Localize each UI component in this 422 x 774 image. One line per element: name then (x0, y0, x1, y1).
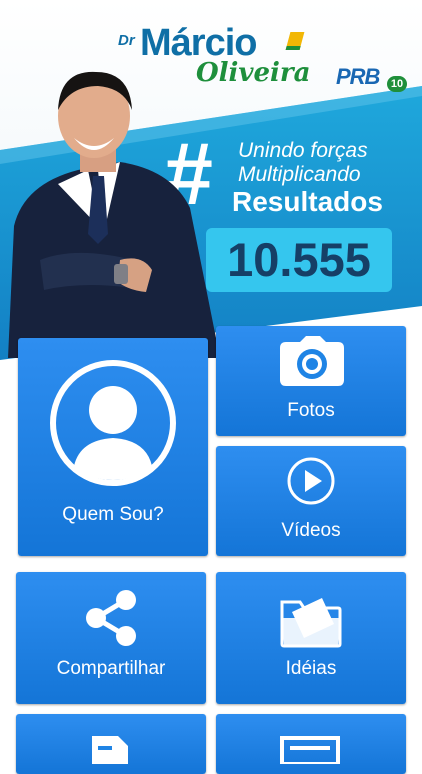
slogan-line-1: Unindo forças (238, 139, 368, 162)
videos-label: Vídeos (281, 520, 341, 541)
about-tile[interactable]: Quem Sou? (18, 338, 208, 556)
slogan-line-2: Multiplicando (238, 163, 361, 186)
candidate-photo (8, 71, 220, 358)
party-name: PRB (336, 64, 380, 89)
news-tile[interactable] (16, 714, 206, 774)
party-number-badge: 10 (387, 76, 407, 92)
brand-prefix: Dr (118, 32, 135, 49)
press-tile[interactable] (216, 714, 406, 774)
folder-icon (280, 598, 342, 648)
candidate-number: 10.555 (227, 233, 371, 286)
play-icon (287, 457, 335, 505)
videos-tile[interactable]: Vídeos (216, 446, 406, 556)
share-icon (86, 590, 136, 646)
share-label: Compartilhar (56, 658, 166, 679)
ideas-tile[interactable]: Idéias (216, 572, 406, 704)
photos-label: Fotos (287, 400, 335, 421)
ideas-label: Idéias (285, 658, 337, 679)
camera-icon (280, 336, 344, 386)
hero-banner: Dr Márcio Oliveira PRB 10 # Unindo força… (0, 0, 422, 360)
newspaper-icon (280, 736, 340, 764)
document-icon (92, 736, 128, 764)
candidate-number-box: 10.555 (206, 228, 392, 292)
party-logo: PRB 10 (336, 64, 408, 94)
avatar-icon (50, 360, 176, 486)
about-label: Quem Sou? (62, 504, 164, 525)
share-tile[interactable]: Compartilhar (16, 572, 206, 704)
photos-tile[interactable]: Fotos (216, 326, 406, 436)
brand-mark-icon (285, 32, 305, 50)
slogan-line-3: Resultados (232, 186, 383, 217)
